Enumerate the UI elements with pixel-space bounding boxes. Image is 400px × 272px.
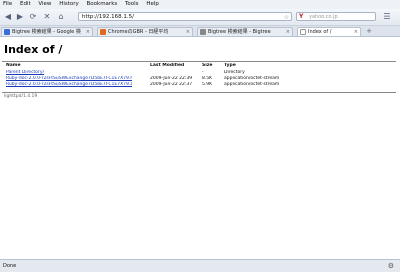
tab-index[interactable]: Index of / ×	[297, 27, 361, 36]
table-row: Ruby-doc-2.0.0-r2sFtSuSWExchange7D5bE7FC…	[2, 82, 396, 88]
site-favicon-icon	[100, 29, 106, 35]
file-link[interactable]: Ruby-doc-2.0.0-r2sFtSuSWExchange7D5bE7FC…	[6, 82, 132, 88]
page-favicon-icon	[200, 29, 206, 35]
menu-file[interactable]: File	[3, 0, 12, 9]
close-icon[interactable]: ×	[286, 28, 290, 36]
menu-tools[interactable]: Tools	[125, 0, 139, 9]
google-favicon-icon	[4, 29, 10, 35]
blank-page-icon	[300, 29, 306, 35]
tab-label: Bigtree 検索結果 - Google 検	[12, 29, 81, 35]
directory-listing: Name Last Modified Size Type Parent Dire…	[2, 61, 396, 93]
tab-google-search[interactable]: Bigtree 検索結果 - Google 検 ×	[1, 27, 93, 36]
menu-view[interactable]: View	[38, 0, 51, 9]
home-icon[interactable]: ⌂	[56, 12, 66, 22]
server-signature: lighttpd/1.4.19	[4, 94, 38, 99]
tab-bigtree[interactable]: Bigtree 検索結果 - Bigtree ×	[197, 27, 293, 36]
status-bar: Done ⚙	[0, 259, 400, 272]
address-text: http://192.168.1.5/	[82, 14, 134, 20]
column-modified: Last Modified	[150, 63, 185, 68]
type-cell: application/octet-stream	[224, 82, 280, 87]
tab-nikkei[interactable]: ChromeのGBR - 日経平均 ×	[97, 27, 193, 36]
size-cell: 5.9K	[202, 82, 213, 87]
page-title: Index of /	[4, 43, 63, 56]
modified-cell: 2009-Jun-22 22:37	[150, 82, 193, 87]
bookmark-star-icon[interactable]: ☆	[284, 13, 289, 22]
menu-history[interactable]: History	[59, 0, 79, 9]
addon-icon[interactable]: ⚙	[388, 260, 394, 272]
address-bar[interactable]: http://192.168.1.5/ ☆	[78, 12, 292, 21]
menu-help[interactable]: Help	[146, 0, 159, 9]
search-placeholder: yahoo.co.jp	[309, 14, 338, 20]
close-icon[interactable]: ×	[186, 28, 190, 36]
menu-edit[interactable]: Edit	[20, 0, 31, 9]
navigation-toolbar: ◀ ▶ ⟳ ✕ ⌂ http://192.168.1.5/ ☆ Y yahoo.…	[0, 9, 400, 26]
column-name: Name	[6, 63, 21, 68]
stop-icon[interactable]: ✕	[42, 12, 52, 22]
back-icon[interactable]: ◀	[3, 12, 13, 22]
menu-bookmarks[interactable]: Bookmarks	[87, 0, 118, 9]
tab-bar: Bigtree 検索結果 - Google 検 × ChromeのGBR - 日…	[0, 26, 400, 37]
tab-label: Index of /	[308, 29, 332, 35]
search-engine-icon[interactable]: Y	[299, 14, 306, 20]
menu-icon[interactable]: ☰	[382, 12, 392, 22]
table-header: Name Last Modified Size Type	[2, 63, 396, 69]
close-icon[interactable]: ×	[354, 28, 358, 36]
column-size: Size	[202, 63, 213, 68]
forward-icon[interactable]: ▶	[15, 12, 25, 22]
tab-label: Bigtree 検索結果 - Bigtree	[208, 29, 271, 35]
page-content: Index of / Name Last Modified Size Type …	[0, 37, 400, 259]
menu-bar: File Edit View History Bookmarks Tools H…	[0, 0, 400, 9]
close-icon[interactable]: ×	[86, 28, 90, 36]
search-input[interactable]: Y yahoo.co.jp	[296, 12, 376, 21]
status-text: Done	[3, 263, 17, 269]
column-type: Type	[224, 63, 236, 68]
tab-label: ChromeのGBR - 日経平均	[108, 29, 169, 35]
new-tab-button[interactable]: +	[364, 27, 374, 35]
reload-icon[interactable]: ⟳	[28, 12, 38, 22]
